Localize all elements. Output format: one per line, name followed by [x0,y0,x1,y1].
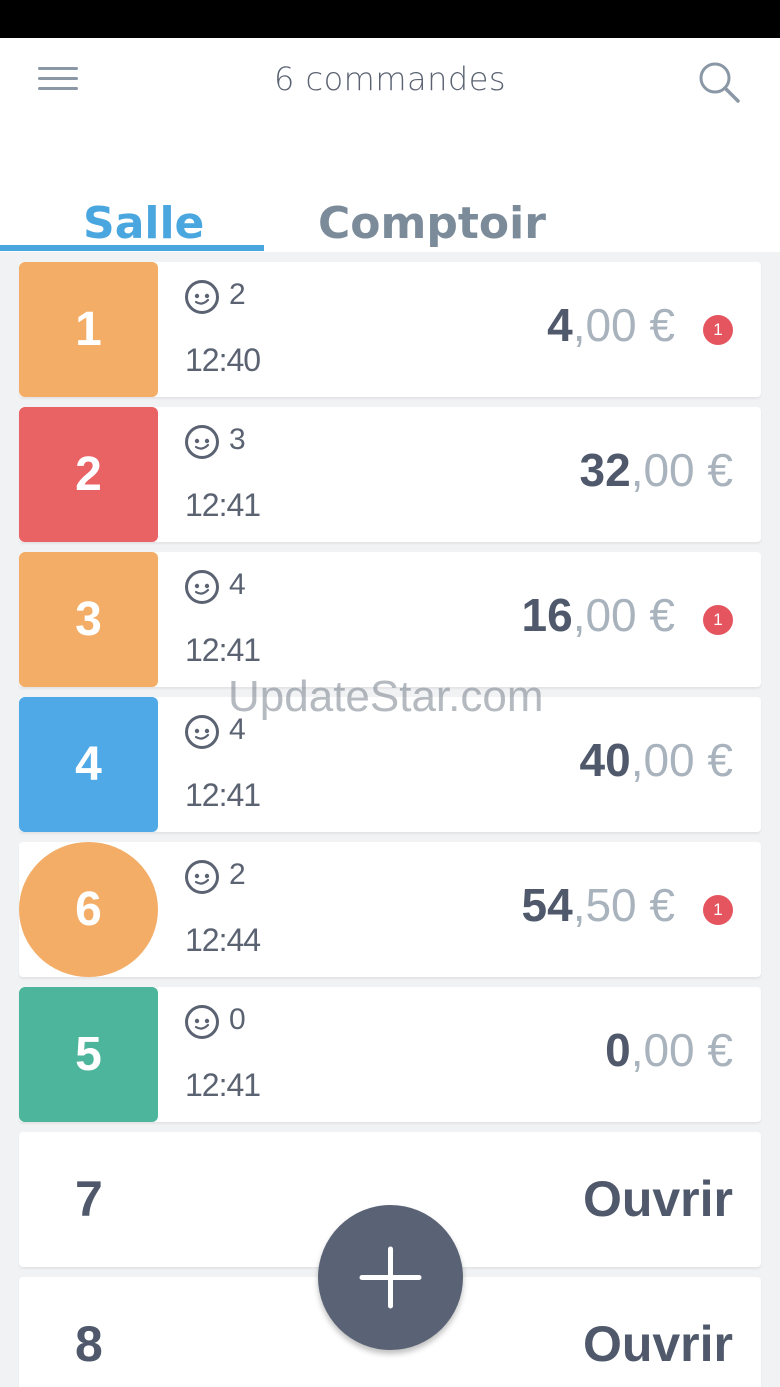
order-time: 12:41 [185,487,261,523]
face-icon [185,425,219,459]
order-row[interactable]: 2 3 12:41 32,00 € [19,407,761,542]
guest-count: 3 [229,423,246,456]
guest-count: 2 [229,278,246,311]
order-amount: 0,00 € [605,1024,733,1076]
tab-comptoir[interactable]: Comptoir [318,198,546,249]
table-number-badge: 2 [19,407,158,542]
status-bar [0,0,780,38]
order-amount: 16,00 € [521,589,675,641]
face-icon [185,280,219,314]
table-number: 7 [75,1171,103,1227]
notification-badge: 1 [703,605,733,635]
face-icon [185,570,219,604]
add-order-button[interactable] [318,1205,463,1350]
app-header: 6 commandes Salle Comptoir [0,38,780,252]
order-row[interactable]: 6 2 12:44 54,50 € 1 [19,842,761,977]
face-icon [185,715,219,749]
table-number-badge: 5 [19,987,158,1122]
order-time: 12:41 [185,777,261,813]
order-amount: 4,00 € [547,299,675,351]
table-number-badge: 4 [19,697,158,832]
guest-count: 4 [229,568,246,601]
table-number-badge: 3 [19,552,158,687]
notification-badge: 1 [703,895,733,925]
order-row[interactable]: 3 4 12:41 16,00 € 1 [19,552,761,687]
order-time: 12:41 [185,1067,261,1103]
guest-count: 2 [229,858,246,891]
table-number: 8 [75,1316,103,1372]
guest-count: 0 [229,1003,246,1036]
order-time: 12:44 [185,922,261,958]
notification-badge: 1 [703,315,733,345]
active-tab-indicator [0,245,264,251]
watermark: UpdateStar.com [228,672,544,721]
open-table-button[interactable]: Ouvrir [583,1170,733,1228]
order-amount: 40,00 € [579,734,733,786]
plus-icon [359,1246,422,1309]
order-row[interactable]: 5 0 12:41 0,00 € [19,987,761,1122]
page-title: 6 commandes [273,60,507,98]
order-time: 12:41 [185,632,261,668]
table-number-badge: 1 [19,262,158,397]
order-time: 12:40 [185,342,261,378]
face-icon [185,1005,219,1039]
open-table-button[interactable]: Ouvrir [583,1315,733,1373]
order-row[interactable]: 1 2 12:40 4,00 € 1 [19,262,761,397]
face-icon [185,860,219,894]
order-amount: 54,50 € [521,879,675,931]
tab-salle[interactable]: Salle [83,198,204,249]
search-icon[interactable] [697,60,741,104]
table-number-badge: 6 [19,842,158,977]
order-amount: 32,00 € [579,444,733,496]
